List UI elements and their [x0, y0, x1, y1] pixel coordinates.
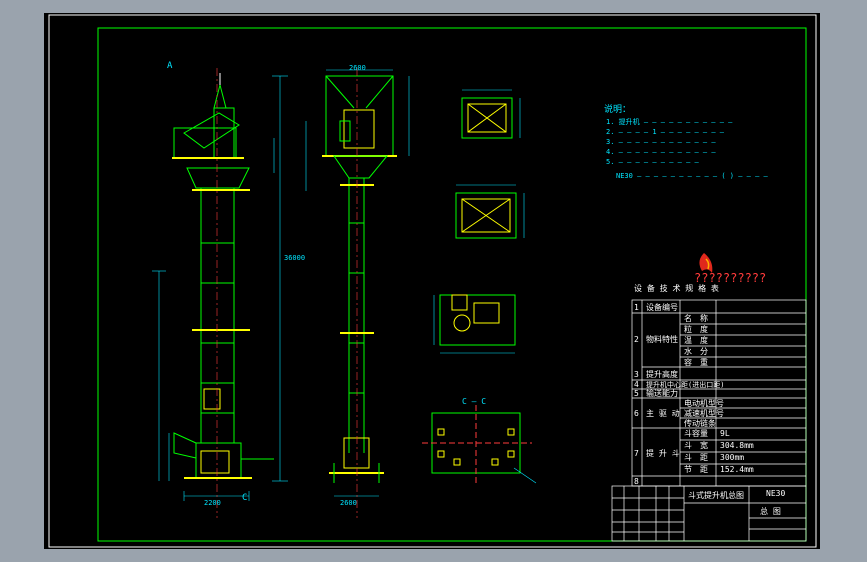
- notes-title: 说明：: [604, 105, 632, 115]
- view-label-c: C: [242, 493, 248, 503]
- elevator-front-view: [322, 75, 397, 483]
- row-value: 300mm: [720, 453, 745, 462]
- row-no: 3: [634, 370, 639, 379]
- row-no: 5: [634, 389, 639, 398]
- row-sub: 节 距: [684, 465, 708, 474]
- dim-top-width: 2600: [349, 64, 366, 72]
- row-sub: 斗 距: [684, 453, 708, 462]
- dim-foot-a: 2600: [340, 499, 357, 507]
- row-no: 6: [634, 409, 639, 418]
- note-line: 5. — — — — — — — — — —: [606, 158, 699, 166]
- row-label: 主 驱 动: [646, 409, 680, 418]
- note-line: 1. 提升机 — — — — — — — — — — —: [606, 118, 733, 126]
- row-value: 304.8mm: [720, 441, 754, 450]
- row-sub: 电动机型号: [684, 399, 724, 408]
- row-label: 物料特性: [646, 335, 678, 344]
- note-line: 3. — — — — — — — — — — — —: [606, 138, 716, 146]
- row-sub: 斗 宽: [684, 441, 708, 450]
- row-sub: 粒 度: [684, 325, 708, 334]
- row-label: 设备编号: [646, 303, 678, 312]
- row-sub: 减速机型号: [684, 409, 724, 418]
- elevator-side-view: [172, 73, 274, 479]
- title-block-type: 总 图: [760, 507, 781, 516]
- front-view-dimensions: [305, 69, 410, 497]
- row-label: 输送能力: [646, 389, 678, 398]
- section-label: C — C: [462, 397, 487, 406]
- row-sub: 水 分: [684, 347, 708, 356]
- view-label-a: A: [167, 61, 173, 71]
- company-logo: [699, 253, 713, 273]
- row-sub: 容 重: [684, 358, 708, 367]
- row-no: 1: [634, 303, 639, 312]
- notes-formula: NE30 — — — — — — — — — — ( ) — — — —: [616, 172, 768, 180]
- row-no: 2: [634, 335, 639, 344]
- detail-views: [422, 89, 537, 484]
- side-view-dimensions: [152, 75, 288, 501]
- row-sub: 名 称: [684, 314, 708, 323]
- row-label: 提 升 斗: [646, 449, 680, 458]
- note-line: 4. — — — — — — — — — — — —: [606, 148, 716, 156]
- row-no: 8: [634, 477, 639, 486]
- row-sub: 传动链条: [684, 419, 716, 428]
- row-sub: 斗容量: [684, 429, 708, 438]
- dim-foot-b: 2200: [204, 499, 221, 507]
- row-value: 152.4mm: [720, 465, 754, 474]
- drawing-canvas[interactable]: A C 36000 2600 2600 2200 C — C 说明： 1. 提升…: [44, 13, 820, 549]
- title-block-title: 斗式提升机总图: [688, 491, 744, 500]
- row-label: 提升高度: [646, 370, 678, 379]
- title-block-model: NE30: [766, 489, 786, 498]
- row-no: 7: [634, 449, 639, 458]
- tech-table-title: 设 备 技 术 规 格 表: [634, 284, 719, 293]
- row-value: 9L: [720, 429, 730, 438]
- row-sub: 温 度: [684, 336, 708, 345]
- note-line: 2. — — — — 1 — — — — — — — —: [606, 128, 725, 136]
- dim-total-height: 36000: [284, 254, 306, 262]
